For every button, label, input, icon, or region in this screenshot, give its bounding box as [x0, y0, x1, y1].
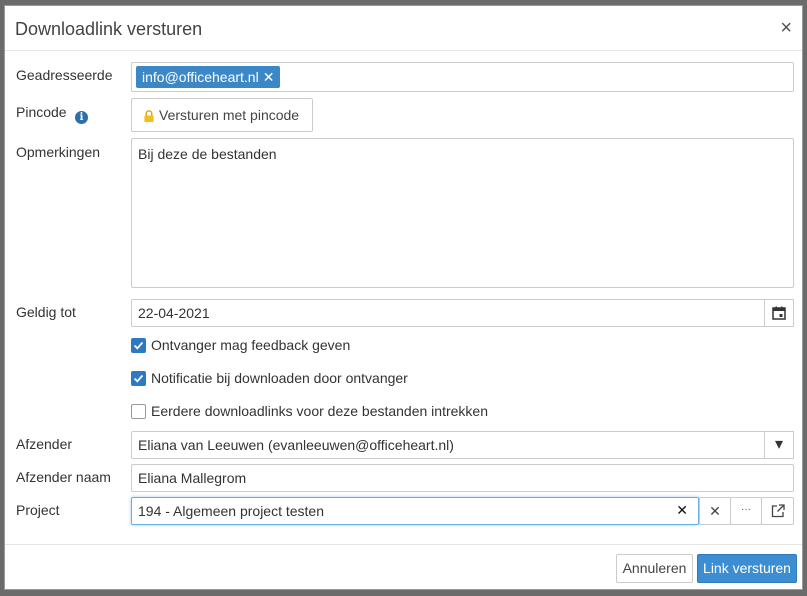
sender-select[interactable]: Eliana van Leeuwen (evanleeuwen@officehe… [131, 431, 794, 459]
more-options-button[interactable]: ··· [730, 497, 762, 525]
calendar-icon [772, 306, 786, 320]
dialog-footer: Annuleren Link versturen [5, 544, 802, 591]
recipient-label: Geadresseerde [16, 67, 113, 83]
calendar-button[interactable] [764, 299, 794, 327]
sender-name-input[interactable]: Eliana Mallegrom [131, 464, 794, 492]
valid-until-input[interactable]: 22-04-2021 [131, 299, 794, 327]
project-input[interactable]: 194 - Algemeen project testen ✕ [131, 497, 699, 525]
revoke-links-checkbox[interactable] [131, 404, 146, 419]
clear-project-button[interactable]: ✕ [699, 497, 731, 525]
sender-name-label: Afzender naam [16, 469, 111, 485]
valid-until-value: 22-04-2021 [138, 305, 210, 321]
remarks-value: Bij deze de bestanden [138, 146, 277, 162]
recipient-input[interactable]: info@officeheart.nl ✕ [131, 62, 794, 92]
chevron-down-icon[interactable]: ▾ [764, 431, 794, 459]
revoke-links-checkbox-label[interactable]: Eerdere downloadlinks voor deze bestande… [151, 403, 488, 419]
send-with-pincode-button[interactable]: Versturen met pincode [131, 98, 313, 132]
remarks-textarea[interactable]: Bij deze de bestanden [131, 138, 794, 288]
checkmark-icon [133, 341, 144, 350]
info-icon[interactable]: i [75, 111, 88, 124]
checkmark-icon [133, 374, 144, 383]
sender-name-value: Eliana Mallegrom [138, 470, 247, 486]
open-external-button[interactable] [761, 497, 794, 525]
send-with-pincode-label: Versturen met pincode [159, 107, 300, 123]
notification-checkbox[interactable] [131, 371, 146, 386]
remove-tag-icon[interactable]: ✕ [263, 69, 275, 85]
feedback-checkbox[interactable] [131, 338, 146, 353]
external-link-icon [771, 504, 785, 518]
sender-value: Eliana van Leeuwen (evanleeuwen@officehe… [138, 437, 454, 453]
dialog: Downloadlink versturen × Geadresseerde i… [4, 5, 803, 590]
recipient-tag-label: info@officeheart.nl [142, 69, 259, 85]
project-label: Project [16, 502, 60, 518]
lock-icon [144, 110, 154, 122]
send-link-button[interactable]: Link versturen [697, 554, 797, 583]
remarks-label: Opmerkingen [16, 144, 101, 160]
close-icon[interactable]: × [780, 18, 792, 38]
sender-label: Afzender [16, 436, 73, 452]
pincode-label: Pincode [16, 104, 67, 120]
project-value: 194 - Algemeen project testen [138, 503, 325, 519]
feedback-checkbox-label[interactable]: Ontvanger mag feedback geven [151, 337, 350, 353]
valid-until-label: Geldig tot [16, 304, 76, 320]
notification-checkbox-label[interactable]: Notificatie bij downloaden door ontvange… [151, 370, 408, 386]
dialog-header: Downloadlink versturen × [5, 6, 802, 51]
recipient-tag: info@officeheart.nl ✕ [136, 66, 281, 88]
clear-project-icon[interactable]: ✕ [676, 502, 688, 519]
cancel-button[interactable]: Annuleren [616, 554, 693, 583]
dialog-title: Downloadlink versturen [15, 19, 203, 39]
